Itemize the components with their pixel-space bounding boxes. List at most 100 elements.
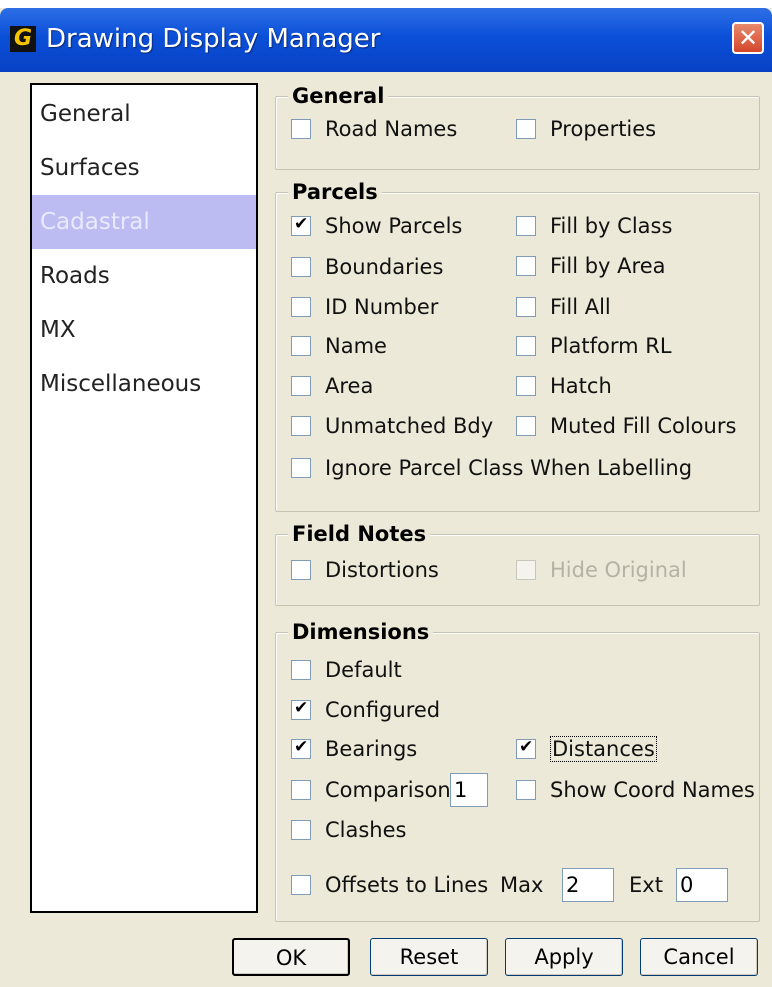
general-legend: General [288, 84, 389, 108]
comparisons-input[interactable]: 1 [450, 773, 488, 807]
max-input[interactable]: 2 [562, 868, 614, 902]
hide-original-label: Hide Original [550, 558, 687, 582]
hide-original-checkbox: Hide Original [516, 555, 687, 585]
title-bar[interactable]: G Drawing Display Manager ✕ [0, 8, 772, 72]
parcels-legend: Parcels [288, 180, 382, 204]
road-names-checkbox[interactable]: Road Names [291, 114, 457, 144]
clashes-checkbox[interactable]: Clashes [291, 815, 406, 845]
show-coord-names-checkbox[interactable]: Show Coord Names [516, 775, 755, 805]
unmatched-bdy-box[interactable] [291, 416, 311, 436]
category-list[interactable]: General Surfaces Cadastral Roads MX Misc… [30, 83, 258, 913]
distortions-checkbox[interactable]: Distortions [291, 555, 439, 585]
fill-all-checkbox[interactable]: Fill All [516, 292, 611, 322]
hatch-label: Hatch [550, 374, 612, 398]
distances-box[interactable] [516, 737, 536, 759]
distances-checkbox[interactable]: Distances [516, 734, 657, 764]
fill-by-class-label: Fill by Class [550, 214, 673, 238]
nav-item-cadastral[interactable]: Cadastral [32, 195, 256, 249]
platform-rl-checkbox[interactable]: Platform RL [516, 331, 672, 361]
field-notes-legend: Field Notes [288, 522, 431, 546]
fill-by-class-box[interactable] [516, 216, 536, 236]
road-names-box[interactable] [291, 119, 311, 139]
fill-by-area-checkbox[interactable]: Fill by Area [516, 251, 666, 281]
offsets-to-lines-label: Offsets to Lines [325, 873, 489, 897]
comparisons-checkbox[interactable]: Comparisons [291, 775, 462, 805]
offsets-to-lines-box[interactable] [291, 875, 311, 895]
boundaries-label: Boundaries [325, 255, 444, 279]
name-box[interactable] [291, 336, 311, 356]
distortions-label: Distortions [325, 558, 439, 582]
show-coord-names-box[interactable] [516, 780, 536, 800]
id-number-checkbox[interactable]: ID Number [291, 292, 438, 322]
apply-button[interactable]: Apply [505, 938, 623, 976]
ext-label: Ext [629, 873, 663, 897]
show-parcels-checkbox[interactable]: Show Parcels [291, 211, 462, 241]
road-names-label: Road Names [325, 117, 458, 141]
hide-original-box [516, 560, 536, 580]
configured-checkbox[interactable]: Configured [291, 695, 440, 725]
bearings-label: Bearings [325, 737, 418, 761]
ext-input[interactable]: 0 [676, 868, 728, 902]
nav-item-general[interactable]: General [32, 87, 256, 141]
app-g-icon: G [10, 26, 36, 52]
ignore-parcel-class-box[interactable] [291, 458, 311, 478]
platform-rl-label: Platform RL [550, 334, 672, 358]
reset-button[interactable]: Reset [370, 938, 488, 976]
dialog-window: G Drawing Display Manager ✕ General Surf… [0, 8, 772, 987]
fill-by-class-checkbox[interactable]: Fill by Class [516, 211, 672, 241]
max-label: Max [500, 873, 544, 897]
bearings-box[interactable] [291, 737, 311, 759]
hatch-checkbox[interactable]: Hatch [516, 371, 612, 401]
comparisons-label: Comparisons [325, 778, 462, 802]
area-box[interactable] [291, 376, 311, 396]
default-box[interactable] [291, 660, 311, 680]
clashes-box[interactable] [291, 820, 311, 840]
unmatched-bdy-label: Unmatched Bdy [325, 414, 494, 438]
area-label: Area [325, 374, 374, 398]
area-checkbox[interactable]: Area [291, 371, 373, 401]
ignore-parcel-class-label: Ignore Parcel Class When Labelling [325, 456, 693, 480]
comparisons-box[interactable] [291, 780, 311, 800]
muted-fill-colours-label: Muted Fill Colours [550, 414, 737, 438]
distortions-box[interactable] [291, 560, 311, 580]
close-button[interactable]: ✕ [732, 22, 764, 54]
boundaries-box[interactable] [291, 257, 311, 277]
fill-by-area-box[interactable] [516, 256, 536, 276]
ok-button[interactable]: OK [232, 938, 350, 976]
distances-label: Distances [550, 736, 657, 762]
dialog-body: General Surfaces Cadastral Roads MX Misc… [0, 72, 772, 987]
ignore-parcel-class-checkbox[interactable]: Ignore Parcel Class When Labelling [291, 453, 692, 483]
muted-fill-colours-checkbox[interactable]: Muted Fill Colours [516, 411, 736, 441]
nav-item-miscellaneous[interactable]: Miscellaneous [32, 357, 256, 411]
offsets-to-lines-checkbox[interactable]: Offsets to Lines [291, 870, 488, 900]
properties-box[interactable] [516, 119, 536, 139]
platform-rl-box[interactable] [516, 336, 536, 356]
configured-box[interactable] [291, 698, 311, 720]
properties-label: Properties [550, 117, 657, 141]
default-label: Default [325, 658, 402, 682]
clashes-label: Clashes [325, 818, 407, 842]
cancel-button[interactable]: Cancel [640, 938, 758, 976]
fill-all-label: Fill All [550, 295, 611, 319]
show-coord-names-label: Show Coord Names [550, 778, 755, 802]
nav-item-surfaces[interactable]: Surfaces [32, 141, 256, 195]
boundaries-checkbox[interactable]: Boundaries [291, 252, 443, 282]
name-label: Name [325, 334, 387, 358]
fill-all-box[interactable] [516, 297, 536, 317]
configured-label: Configured [325, 698, 441, 722]
show-parcels-box[interactable] [291, 214, 311, 236]
bearings-checkbox[interactable]: Bearings [291, 734, 417, 764]
muted-fill-colours-box[interactable] [516, 416, 536, 436]
name-checkbox[interactable]: Name [291, 331, 387, 361]
id-number-box[interactable] [291, 297, 311, 317]
fill-by-area-label: Fill by Area [550, 254, 666, 278]
nav-item-roads[interactable]: Roads [32, 249, 256, 303]
window-title: Drawing Display Manager [46, 24, 381, 54]
id-number-label: ID Number [325, 295, 439, 319]
default-checkbox[interactable]: Default [291, 655, 402, 685]
unmatched-bdy-checkbox[interactable]: Unmatched Bdy [291, 411, 493, 441]
hatch-box[interactable] [516, 376, 536, 396]
show-parcels-label: Show Parcels [325, 214, 463, 238]
properties-checkbox[interactable]: Properties [516, 114, 656, 144]
nav-item-mx[interactable]: MX [32, 303, 256, 357]
